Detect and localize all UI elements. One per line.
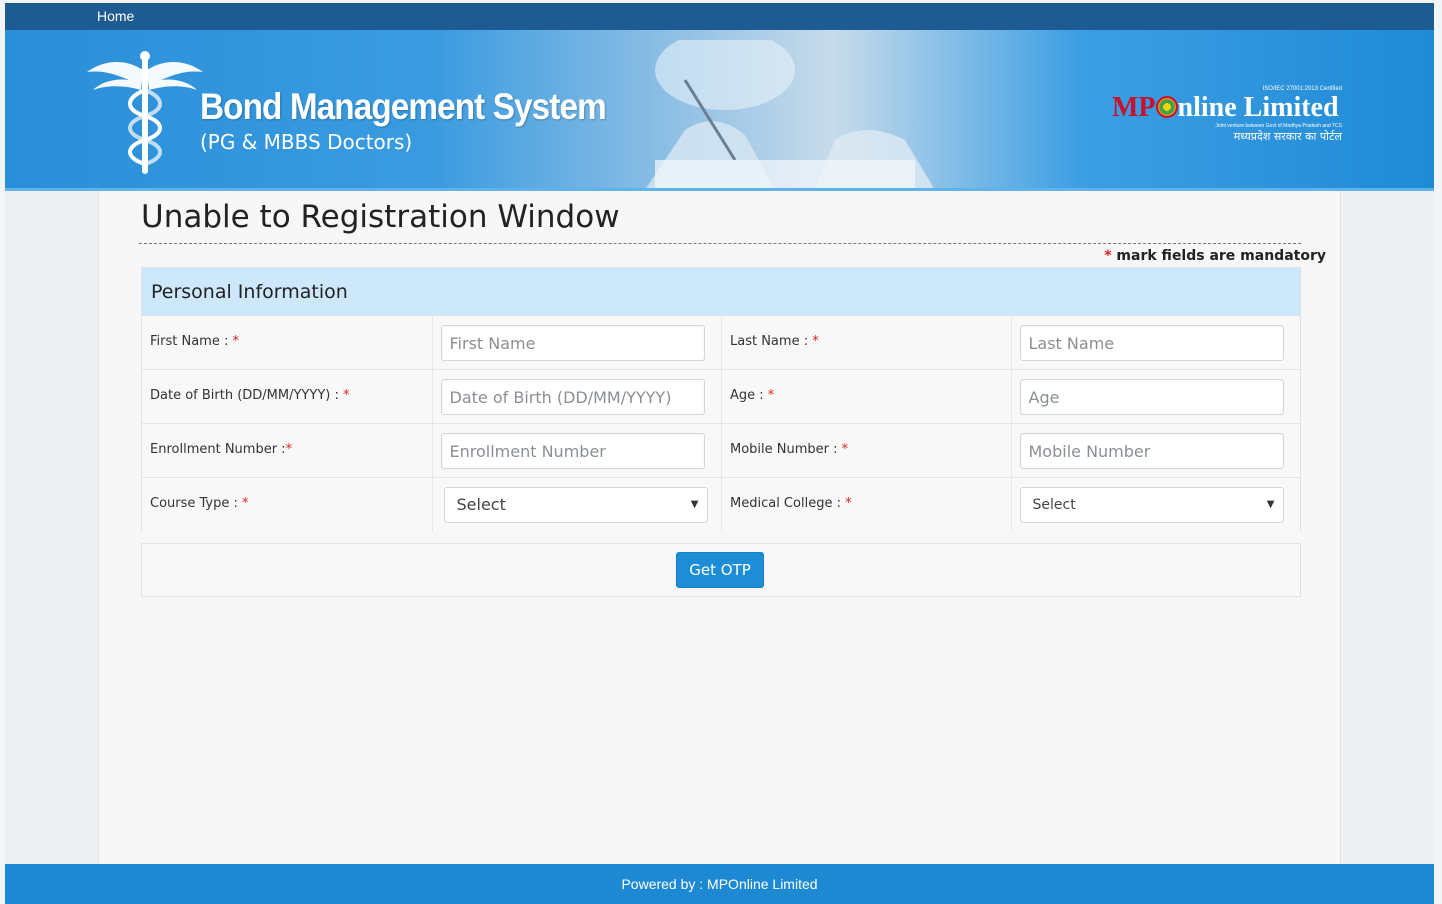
medical-college-label-text: Medical College : bbox=[730, 496, 846, 511]
mponline-logo: ISO/IEC 27001:2013 Certified MP nline Lim… bbox=[1112, 86, 1344, 146]
footer: Powered by : MPOnline Limited bbox=[5, 864, 1434, 904]
caret-down-icon: ▼ bbox=[1266, 499, 1275, 510]
first-name-label-text: First Name : bbox=[150, 334, 233, 349]
enrollment-label: Enrollment Number :* bbox=[150, 442, 292, 457]
brand-subtitle: (PG & MBBS Doctors) bbox=[200, 130, 413, 154]
enrollment-label-cell: Enrollment Number :* bbox=[142, 424, 433, 477]
panel-title: Personal Information bbox=[142, 268, 1300, 316]
content-card: Unable to Registration Window * mark fie… bbox=[98, 191, 1341, 867]
mandatory-note: * mark fields are mandatory bbox=[1104, 248, 1326, 264]
last-name-label-cell: Last Name : * bbox=[722, 316, 1012, 369]
header-banner: Bond Management System (PG & MBBS Doctor… bbox=[5, 30, 1434, 188]
medical-college-select-cell: Select ▼ bbox=[1011, 478, 1300, 532]
logo-hindi-tagline: मध्यप्रदेश सरकार का पोर्टल bbox=[1233, 130, 1342, 143]
last-name-label: Last Name : * bbox=[730, 334, 819, 349]
form-row: Course Type : * Select ▼ Medical College… bbox=[142, 478, 1300, 532]
course-type-selected: Select bbox=[456, 495, 506, 514]
page-frame: Home Bond Management System (PG & MBBS D… bbox=[5, 3, 1434, 904]
mobile-label-text: Mobile Number : bbox=[730, 442, 842, 457]
medical-college-select[interactable]: Select ▼ bbox=[1019, 487, 1284, 523]
required-star: * bbox=[242, 496, 249, 511]
required-star: * bbox=[845, 496, 852, 511]
age-label-text: Age : bbox=[730, 388, 768, 403]
page-title: Unable to Registration Window bbox=[141, 199, 620, 235]
first-name-input[interactable] bbox=[440, 325, 705, 361]
mobile-label-cell: Mobile Number : * bbox=[722, 424, 1012, 477]
age-input-cell bbox=[1011, 370, 1300, 423]
dob-label-cell: Date of Birth (DD/MM/YYYY) : * bbox=[142, 370, 433, 423]
required-star: * bbox=[342, 388, 350, 403]
enrollment-input-cell bbox=[432, 424, 722, 477]
caret-down-icon: ▼ bbox=[690, 499, 699, 510]
course-type-select[interactable]: Select ▼ bbox=[443, 487, 708, 523]
dob-input[interactable] bbox=[440, 379, 705, 415]
required-star: * bbox=[1104, 248, 1112, 264]
first-name-input-cell bbox=[432, 316, 722, 369]
form-row: First Name : * Last Name : * bbox=[142, 316, 1300, 370]
medical-college-selected: Select bbox=[1032, 497, 1076, 513]
dob-label-text: Date of Birth (DD/MM/YYYY) : bbox=[150, 388, 343, 403]
course-type-select-cell: Select ▼ bbox=[432, 478, 722, 532]
mandatory-note-text: mark fields are mandatory bbox=[1111, 248, 1326, 264]
dob-input-cell bbox=[432, 370, 722, 423]
get-otp-button[interactable]: Get OTP bbox=[676, 552, 764, 588]
title-divider bbox=[139, 243, 1301, 244]
last-name-input[interactable] bbox=[1019, 325, 1284, 361]
dob-label: Date of Birth (DD/MM/YYYY) : * bbox=[150, 388, 349, 403]
form-row: Enrollment Number :* Mobile Number : * bbox=[142, 424, 1300, 478]
medical-college-label: Medical College : * bbox=[730, 496, 852, 511]
logo-wordmark: MP nline Limited bbox=[1112, 92, 1339, 124]
age-input[interactable] bbox=[1019, 379, 1284, 415]
required-star: * bbox=[285, 442, 293, 457]
required-star: * bbox=[841, 442, 849, 457]
course-type-label-text: Course Type : bbox=[150, 496, 243, 511]
last-name-label-text: Last Name : bbox=[730, 334, 813, 349]
form-grid: First Name : * Last Name : * Date of Bir… bbox=[142, 316, 1300, 532]
enrollment-number-input[interactable] bbox=[440, 433, 705, 469]
brand-title: Bond Management System bbox=[200, 86, 607, 127]
required-star: * bbox=[232, 334, 240, 349]
form-row: Date of Birth (DD/MM/YYYY) : * Age : * bbox=[142, 370, 1300, 424]
course-type-label: Course Type : * bbox=[150, 496, 249, 511]
logo-globe-icon bbox=[1155, 96, 1178, 118]
logo-mp: MP bbox=[1112, 92, 1156, 123]
course-type-label-cell: Course Type : * bbox=[142, 478, 433, 532]
last-name-input-cell bbox=[1011, 316, 1300, 369]
mobile-input-cell bbox=[1011, 424, 1300, 477]
age-label: Age : * bbox=[730, 388, 774, 403]
footer-text: Powered by : MPOnline Limited bbox=[621, 876, 818, 892]
required-star: * bbox=[767, 388, 775, 403]
enrollment-label-text: Enrollment Number : bbox=[150, 442, 286, 457]
nav-home-link[interactable]: Home bbox=[97, 8, 134, 24]
first-name-label-cell: First Name : * bbox=[142, 316, 433, 369]
required-star: * bbox=[812, 334, 819, 349]
first-name-label: First Name : * bbox=[150, 334, 239, 349]
age-label-cell: Age : * bbox=[722, 370, 1012, 423]
medical-college-label-cell: Medical College : * bbox=[722, 478, 1012, 532]
logo-online: nline Limited bbox=[1177, 92, 1339, 123]
personal-info-panel: Personal Information First Name : * Last… bbox=[141, 267, 1301, 532]
doctor-writing-illustration bbox=[646, 40, 934, 188]
mobile-label: Mobile Number : * bbox=[730, 442, 848, 457]
caduceus-icon bbox=[87, 51, 203, 174]
form-actions: Get OTP bbox=[141, 543, 1301, 597]
top-nav: Home bbox=[5, 3, 1434, 30]
mobile-number-input[interactable] bbox=[1019, 433, 1284, 469]
